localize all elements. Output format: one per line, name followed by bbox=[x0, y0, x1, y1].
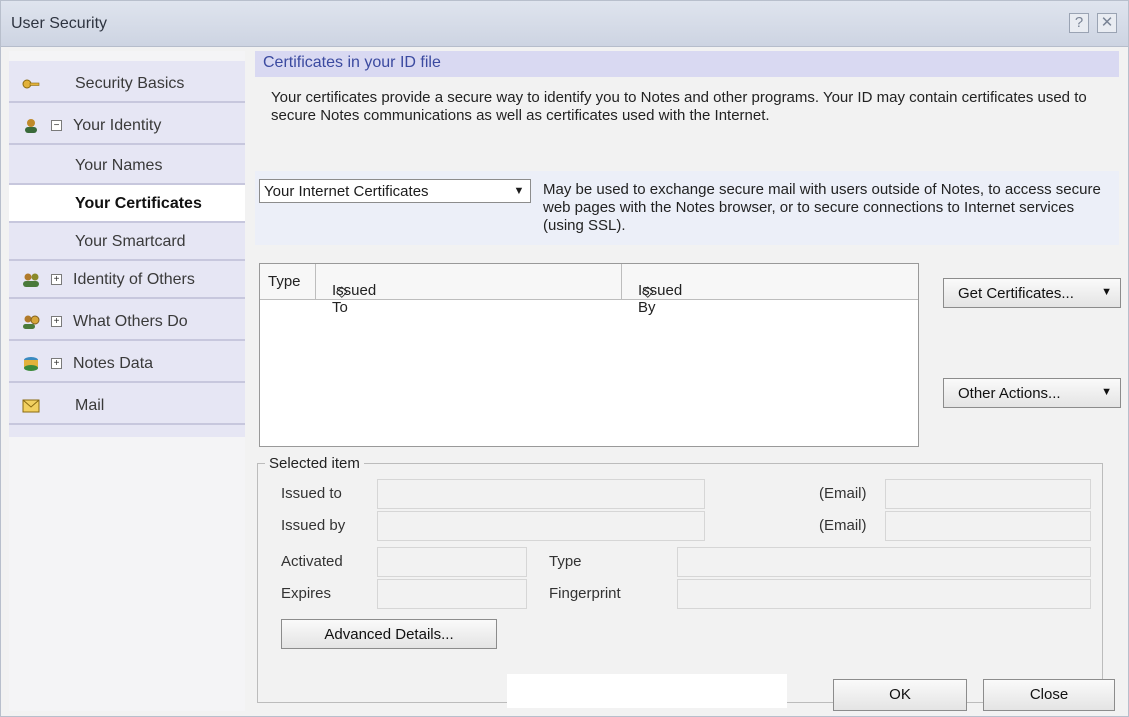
close-button[interactable]: Close bbox=[983, 679, 1115, 711]
sidebar-item-label: Your Identity bbox=[73, 117, 162, 134]
issued-to-email-field bbox=[885, 479, 1091, 509]
close-window-button[interactable]: ✕ bbox=[1097, 13, 1117, 33]
type-field bbox=[677, 547, 1091, 577]
key-icon bbox=[22, 79, 40, 89]
expand-icon[interactable]: + bbox=[51, 316, 62, 327]
activated-label: Activated bbox=[281, 553, 343, 570]
advanced-details-button[interactable]: Advanced Details... bbox=[281, 619, 497, 649]
issued-by-field bbox=[377, 511, 705, 541]
fingerprint-field bbox=[677, 579, 1091, 609]
main-content: Certificates in your ID file Your certif… bbox=[247, 51, 1121, 711]
cert-type-value: Your Internet Certificates bbox=[264, 183, 429, 200]
chevron-down-icon: ▼ bbox=[1101, 286, 1112, 298]
cert-type-select[interactable]: Your Internet Certificates ▼ bbox=[259, 179, 531, 203]
sort-icon: ◇ bbox=[336, 283, 348, 300]
cert-type-description: May be used to exchange secure mail with… bbox=[543, 181, 1101, 234]
mail-icon bbox=[22, 399, 40, 413]
issued-to-email-label: (Email) bbox=[819, 485, 867, 502]
column-type[interactable]: Type bbox=[260, 264, 316, 300]
column-issued-by[interactable]: Issued By ◇ bbox=[622, 264, 918, 316]
sidebar-item-label: Security Basics bbox=[75, 75, 185, 92]
window-title: User Security bbox=[11, 15, 108, 32]
sidebar-item-your-smartcard[interactable]: Your Smartcard bbox=[9, 223, 245, 261]
sidebar-item-label: Your Names bbox=[75, 157, 163, 174]
selected-item-legend: Selected item bbox=[265, 455, 364, 472]
sort-icon: ◇ bbox=[642, 283, 654, 300]
issued-to-field bbox=[377, 479, 705, 509]
sidebar-nav: Security Basics − Your Identity Your Nam… bbox=[9, 51, 245, 711]
database-icon bbox=[24, 357, 38, 371]
people-gear-icon bbox=[23, 315, 40, 329]
title-bar: User Security ? ✕ bbox=[1, 1, 1128, 47]
fingerprint-label: Fingerprint bbox=[549, 585, 621, 602]
button-label: Advanced Details... bbox=[324, 626, 454, 643]
collapse-icon[interactable]: − bbox=[51, 120, 62, 131]
sidebar-item-label: Mail bbox=[75, 397, 105, 414]
sidebar-item-mail[interactable]: Mail bbox=[9, 387, 245, 425]
button-label: Get Certificates... bbox=[958, 285, 1074, 302]
sidebar-item-notes-data[interactable]: + Notes Data bbox=[9, 345, 245, 383]
button-label: Other Actions... bbox=[958, 385, 1061, 402]
sidebar-item-identity-of-others[interactable]: + Identity of Others bbox=[9, 261, 245, 299]
section-title: Certificates in your ID file bbox=[263, 54, 441, 71]
sidebar-item-label: What Others Do bbox=[73, 313, 188, 330]
section-header: Certificates in your ID file bbox=[255, 51, 1119, 77]
sidebar-item-your-identity[interactable]: − Your Identity bbox=[9, 107, 245, 145]
help-button[interactable]: ? bbox=[1069, 13, 1089, 33]
sidebar-item-what-others-do[interactable]: + What Others Do bbox=[9, 303, 245, 341]
expires-field bbox=[377, 579, 527, 609]
issued-by-email-field bbox=[885, 511, 1091, 541]
sidebar-item-security-basics[interactable]: Security Basics bbox=[9, 65, 245, 103]
certificates-description: Your certificates provide a secure way t… bbox=[271, 89, 1087, 124]
status-area bbox=[507, 674, 787, 708]
column-issued-to[interactable]: Issued To ◇ bbox=[316, 264, 622, 316]
expand-icon[interactable]: + bbox=[51, 358, 62, 369]
ok-button[interactable]: OK bbox=[833, 679, 967, 711]
button-label: Close bbox=[1029, 686, 1069, 703]
column-label: Type bbox=[268, 273, 301, 290]
sidebar-item-label: Your Certificates bbox=[75, 195, 202, 212]
user-icon bbox=[25, 119, 37, 133]
sidebar-item-label: Identity of Others bbox=[73, 271, 195, 288]
expand-icon[interactable]: + bbox=[51, 274, 62, 285]
activated-field bbox=[377, 547, 527, 577]
expires-label: Expires bbox=[281, 585, 332, 602]
type-label: Type bbox=[549, 553, 582, 570]
issued-by-label: Issued by bbox=[281, 517, 346, 534]
sidebar-item-label: Your Smartcard bbox=[75, 233, 186, 250]
certificates-table[interactable]: Type Issued To ◇ Issued By ◇ bbox=[259, 263, 919, 447]
sidebar-item-your-names[interactable]: Your Names bbox=[9, 147, 245, 185]
issued-to-label: Issued to bbox=[281, 485, 342, 502]
table-header: Type Issued To ◇ Issued By ◇ bbox=[260, 264, 918, 316]
get-certificates-button[interactable]: Get Certificates... ▼ bbox=[943, 278, 1121, 308]
chevron-down-icon: ▼ bbox=[1101, 386, 1112, 398]
other-actions-button[interactable]: Other Actions... ▼ bbox=[943, 378, 1121, 408]
chevron-down-icon: ▼ bbox=[513, 185, 525, 197]
sidebar-item-your-certificates[interactable]: Your Certificates bbox=[9, 185, 245, 223]
issued-by-email-label: (Email) bbox=[819, 517, 867, 534]
sidebar-item-label: Notes Data bbox=[73, 355, 154, 372]
button-label: OK bbox=[889, 686, 911, 703]
user-security-dialog: User Security ? ✕ Security Basics − Your… bbox=[0, 0, 1129, 717]
people-icon bbox=[23, 273, 39, 287]
